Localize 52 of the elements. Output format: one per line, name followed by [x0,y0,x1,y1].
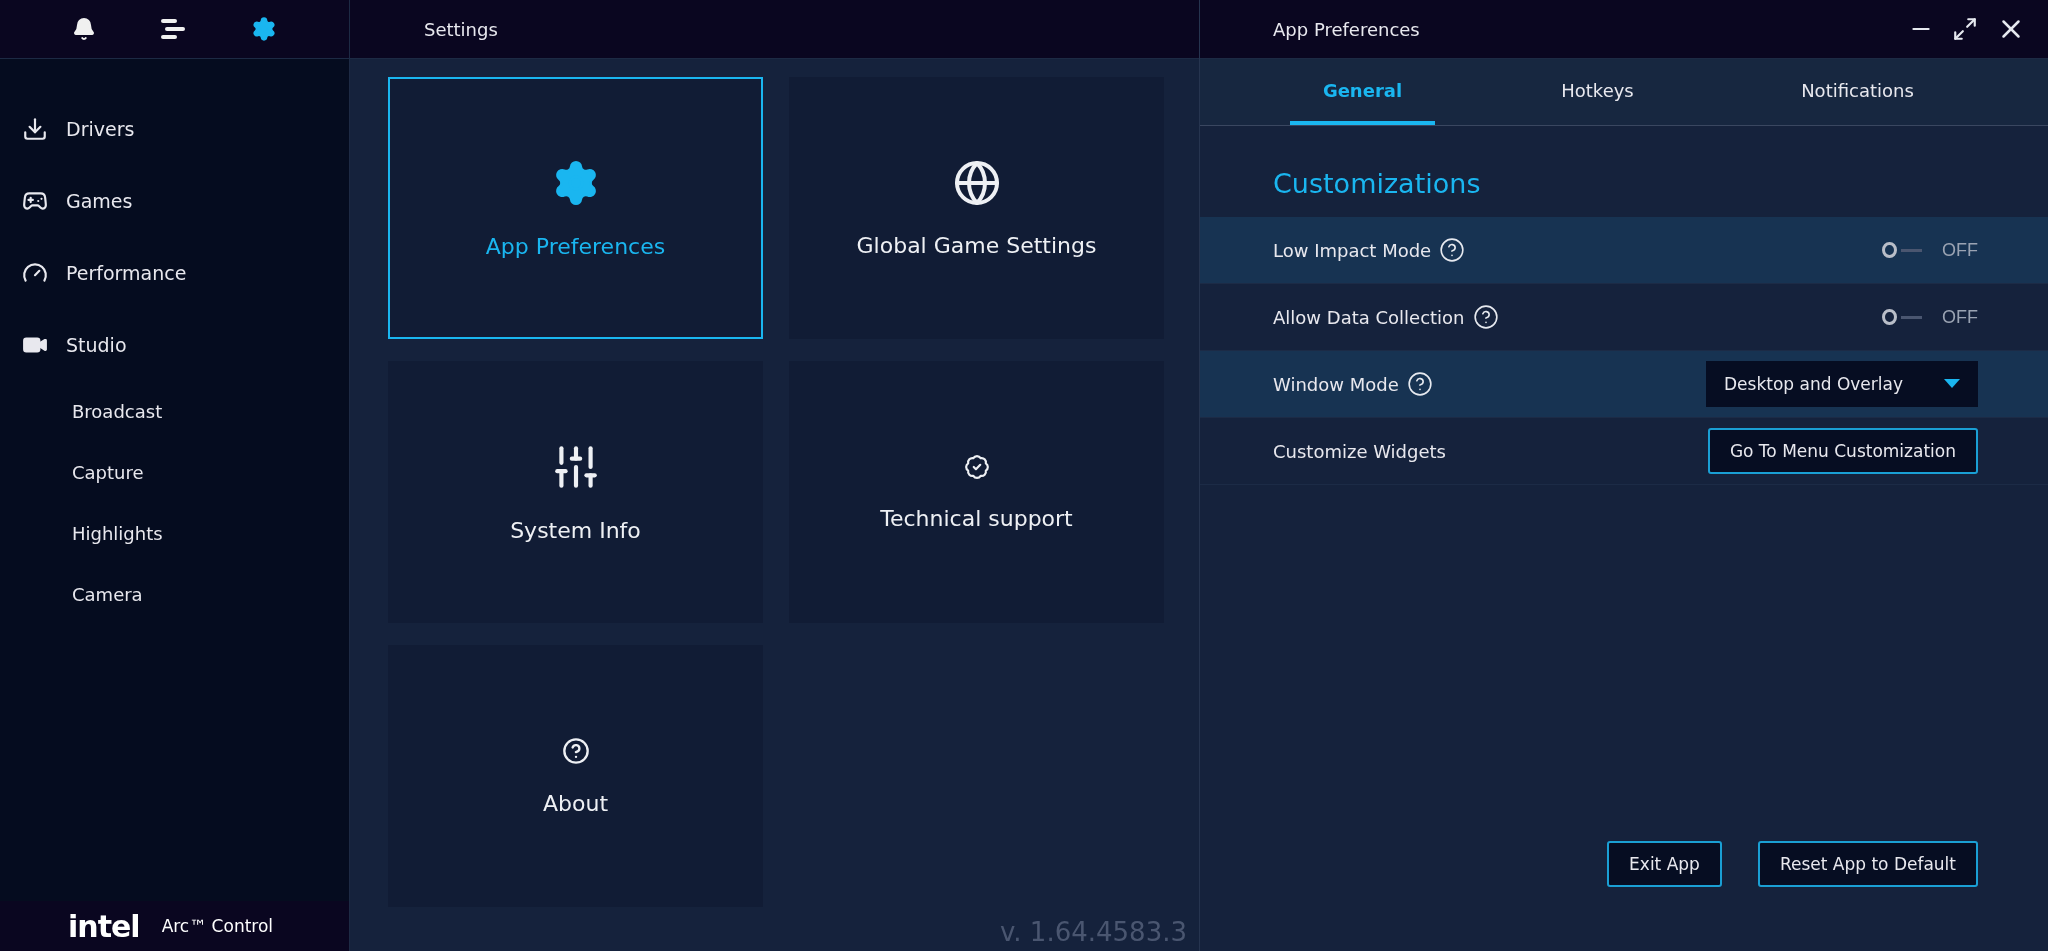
download-icon [22,116,48,142]
setting-label: Low Impact Mode [1273,239,1432,261]
nav-item[interactable]: Performance [0,237,349,309]
setting-label: Allow Data Collection [1273,306,1465,328]
settings-card[interactable]: Global Game Settings [789,77,1164,339]
setting-label: Customize Widgets [1273,440,1446,462]
toggle-switch[interactable]: OFF [1882,306,1978,328]
toolbar-button[interactable] [160,17,187,41]
help-icon [561,736,590,765]
nav-subitem[interactable]: Camera [0,564,349,625]
settings-card[interactable]: About [388,645,763,907]
toggle-switch[interactable]: OFF [1882,239,1978,261]
nav-item[interactable]: Drivers [0,93,349,165]
nav-item[interactable]: Games [0,165,349,237]
help-icon[interactable] [1472,304,1499,330]
tab[interactable]: Hotkeys [1525,59,1670,125]
window-title: App Preferences [1273,18,1420,40]
nav-label: Drivers [66,118,135,140]
nav-subitem[interactable]: Capture [0,442,349,503]
tab[interactable]: General [1290,59,1435,125]
setting-label: Window Mode [1273,373,1399,395]
nav-label: Studio [66,334,127,356]
dropdown[interactable]: Desktop and Overlay [1706,361,1978,407]
tab[interactable]: Notifications [1785,59,1930,125]
panel-title: Settings [424,18,498,40]
settings-card[interactable]: System Info [388,361,763,623]
nav-subitem[interactable]: Highlights [0,503,349,564]
action-button[interactable]: Reset App to Default [1757,841,1978,887]
settings-card[interactable]: App Preferences [388,77,763,339]
card-label: Global Game Settings [856,232,1097,258]
product-name: Arc™ Control [161,916,274,936]
bell-icon [72,17,97,41]
settings-card[interactable]: Technical support [789,361,1164,623]
toolbar-button[interactable] [72,17,97,41]
nav-label: Performance [66,262,187,284]
globe-icon [952,158,1001,207]
card-label: System Info [510,517,641,543]
help-icon[interactable] [1439,237,1466,263]
card-label: About [542,790,608,816]
brand-logo: intel [68,908,140,944]
nav-subitem[interactable]: Broadcast [0,381,349,442]
nav-label: Games [66,190,133,212]
section-heading: Customizations [1272,167,1482,201]
maximize-icon[interactable] [1952,16,1978,42]
customization-button[interactable]: Go To Menu Customization [1707,428,1978,474]
caret-icon [1944,379,1960,389]
action-button[interactable]: Exit App [1607,841,1722,887]
nav-item[interactable]: Studio [0,309,349,381]
card-label: App Preferences [485,233,666,259]
menu-icon [160,17,187,41]
help-icon[interactable] [1406,371,1433,397]
card-label: Technical support [880,505,1073,531]
